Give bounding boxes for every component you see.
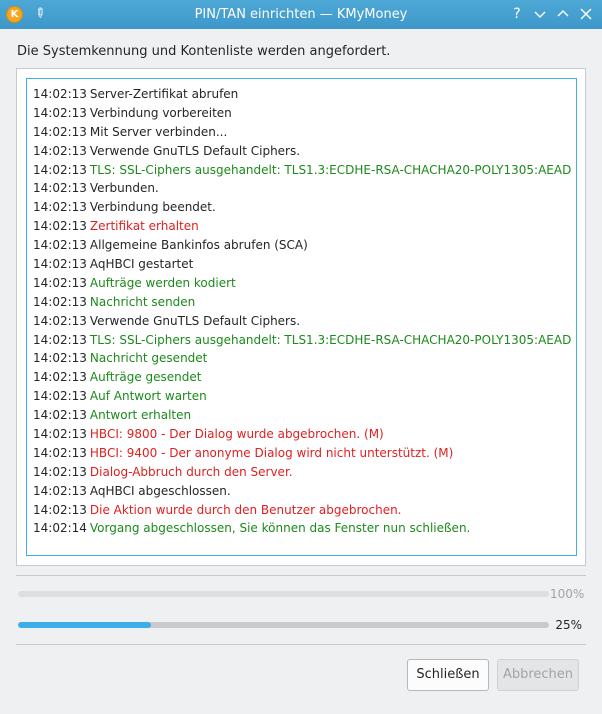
log-entry: 14:02:14 Vorgang abgeschlossen, Sie könne… [33, 519, 573, 538]
log-timestamp: 14:02:13 [33, 105, 87, 120]
progress-label-current: 25% [555, 618, 582, 632]
log-entry: 14:02:13 Allgemeine Bankinfos abrufen (SC… [33, 236, 573, 255]
log-entry: 14:02:13 HBCI: 9400 - Der anonyme Dialog … [33, 444, 573, 463]
log-timestamp: 14:02:13 [33, 427, 87, 442]
log-message: Vorgang abgeschlossen, Sie können das Fe… [89, 521, 471, 536]
progress-label-total: 100% [550, 587, 585, 601]
log-list: 14:02:13 Server-Zertifikat abrufen 14:02:1… [33, 85, 573, 538]
log-message: Verbunden. [89, 181, 159, 196]
title-bar[interactable]: K ✎ PIN/TAN einrichten — KMyMoney ? [0, 0, 602, 29]
log-message: Mit Server verbinden... [89, 124, 228, 139]
log-panel[interactable]: 14:02:13 Server-Zertifikat abrufen 14:02:1… [16, 68, 586, 566]
log-entry: 14:02:13 Auf Antwort warten [33, 387, 573, 406]
log-timestamp: 14:02:13 [33, 483, 87, 498]
log-timestamp: 14:02:13 [33, 408, 87, 423]
log-message: TLS: SSL-Ciphers ausgehandelt: TLS1.3:EC… [89, 332, 572, 347]
log-timestamp: 14:02:13 [33, 87, 87, 101]
minimize-icon[interactable] [531, 5, 549, 23]
log-message: Verbindung vorbereiten [89, 105, 232, 120]
log-timestamp: 14:02:13 [33, 200, 87, 215]
log-message: TLS: SSL-Ciphers ausgehandelt: TLS1.3:EC… [89, 162, 572, 177]
log-timestamp: 14:02:13 [33, 275, 87, 290]
progress-bar-current [18, 622, 549, 628]
log-timestamp: 14:02:13 [33, 464, 87, 479]
log-message: HBCI: 9400 - Der anonyme Dialog wird nic… [89, 445, 454, 460]
log-view[interactable]: 14:02:13 Server-Zertifikat abrufen 14:02:1… [26, 78, 577, 556]
log-timestamp: 14:02:13 [33, 502, 87, 517]
log-message: Antwort erhalten [89, 408, 192, 423]
log-message: Aufträge gesendet [89, 370, 202, 385]
log-entry: 14:02:13 Nachricht senden [33, 293, 573, 312]
log-message: AqHBCI gestartet [89, 257, 194, 272]
log-timestamp: 14:02:13 [33, 294, 87, 309]
log-message: Verbindung beendet. [89, 200, 216, 215]
log-timestamp: 14:02:13 [33, 445, 87, 460]
log-message: Zertifikat erhalten [89, 219, 199, 234]
log-timestamp: 14:02:13 [33, 238, 87, 253]
log-message: Verwende GnuTLS Default Ciphers. [89, 143, 301, 158]
log-timestamp: 14:02:13 [33, 219, 87, 234]
log-entry: 14:02:13 Nachricht gesendet [33, 349, 573, 368]
log-message: Verwende GnuTLS Default Ciphers. [89, 313, 301, 328]
status-message: Die Systemkennung und Kontenliste werden… [17, 44, 391, 59]
log-timestamp: 14:02:13 [33, 162, 87, 177]
log-timestamp: 14:02:13 [33, 313, 87, 328]
log-message: Dialog-Abbruch durch den Server. [89, 464, 293, 479]
log-timestamp: 14:02:13 [33, 389, 87, 404]
log-entry: 14:02:13 Zertifikat erhalten [33, 217, 573, 236]
log-message: Aufträge werden kodiert [89, 275, 236, 290]
log-timestamp: 14:02:13 [33, 351, 87, 366]
log-entry: 14:02:13 AqHBCI gestartet [33, 255, 573, 274]
log-entry: 14:02:13 Verbindung vorbereiten [33, 104, 573, 123]
log-entry: 14:02:13 Antwort erhalten [33, 406, 573, 425]
cancel-button[interactable]: Abbrechen [497, 659, 579, 691]
close-button[interactable]: Schließen [407, 659, 489, 691]
log-message: Server-Zertifikat abrufen [89, 87, 239, 101]
log-entry: 14:02:13 Verbunden. [33, 179, 573, 198]
log-entry: 14:02:13 Aufträge werden kodiert [33, 274, 573, 293]
log-timestamp: 14:02:13 [33, 143, 87, 158]
log-entry: 14:02:13 Verwende GnuTLS Default Ciphers. [33, 142, 573, 161]
log-message: HBCI: 9800 - Der Dialog wurde abgebroche… [89, 427, 384, 442]
log-timestamp: 14:02:13 [33, 124, 87, 139]
log-entry: 14:02:13 Aufträge gesendet [33, 368, 573, 387]
log-timestamp: 14:02:13 [33, 332, 87, 347]
close-icon[interactable] [577, 5, 595, 23]
separator [16, 575, 586, 576]
log-timestamp: 14:02:13 [33, 257, 87, 272]
log-entry: 14:02:13 Verwende GnuTLS Default Ciphers. [33, 312, 573, 331]
log-timestamp: 14:02:13 [33, 181, 87, 196]
help-icon[interactable]: ? [508, 5, 526, 23]
log-entry: 14:02:13 Server-Zertifikat abrufen [33, 85, 573, 104]
log-entry: 14:02:13 TLS: SSL-Ciphers ausgehandelt: T… [33, 331, 573, 350]
log-timestamp: 14:02:14 [33, 521, 87, 536]
log-message: Nachricht senden [89, 294, 196, 309]
log-entry: 14:02:13 TLS: SSL-Ciphers ausgehandelt: T… [33, 161, 573, 180]
log-entry: 14:02:13 Dialog-Abbruch durch den Server. [33, 463, 573, 482]
log-message: Die Aktion wurde durch den Benutzer abge… [89, 502, 402, 517]
log-entry: 14:02:13 Die Aktion wurde durch den Benut… [33, 501, 573, 520]
log-message: Nachricht gesendet [89, 351, 208, 366]
log-message: Auf Antwort warten [89, 389, 207, 404]
progress-fill-total [18, 591, 549, 597]
log-entry: 14:02:13 AqHBCI abgeschlossen. [33, 482, 573, 501]
log-entry: 14:02:13 HBCI: 9800 - Der Dialog wurde ab… [33, 425, 573, 444]
log-entry: 14:02:13 Verbindung beendet. [33, 198, 573, 217]
log-timestamp: 14:02:13 [33, 370, 87, 385]
maximize-icon[interactable] [554, 5, 572, 23]
log-message: Allgemeine Bankinfos abrufen (SCA) [89, 238, 308, 253]
log-entry: 14:02:13 Mit Server verbinden... [33, 123, 573, 142]
progress-bar-total [18, 591, 549, 597]
log-message: AqHBCI abgeschlossen. [89, 483, 231, 498]
separator [16, 644, 586, 645]
progress-fill-current [18, 622, 151, 628]
